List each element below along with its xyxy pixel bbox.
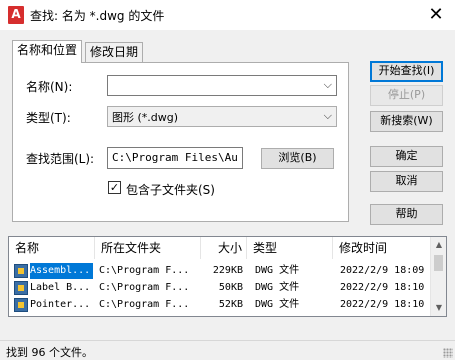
title-bar: A 查找: 名为 *.dwg 的文件 ✕ — [0, 0, 455, 30]
chevron-down-icon[interactable]: ⌵ — [324, 109, 332, 123]
type-label: 类型(T): — [26, 111, 71, 125]
file-name: Label B... — [30, 282, 91, 293]
status-bar: 找到 96 个文件。 — [0, 340, 455, 360]
autocad-app-icon: A — [8, 6, 24, 24]
file-size: 50KB — [218, 282, 243, 293]
status-text: 找到 96 个文件。 — [6, 346, 93, 359]
cancel-button[interactable]: 取消 — [370, 171, 443, 192]
tab-name-and-location[interactable]: 名称和位置 — [12, 40, 83, 63]
ok-button[interactable]: 确定 — [370, 146, 443, 167]
look-in-label: 查找范围(L): — [26, 152, 95, 166]
window-title: 查找: 名为 *.dwg 的文件 — [30, 9, 165, 23]
file-modified: 2022/2/9 18:09 — [340, 265, 425, 276]
file-folder: C:\Program F... — [99, 282, 190, 293]
scroll-thumb[interactable] — [434, 255, 443, 271]
file-modified: 2022/2/9 18:10 — [340, 299, 425, 310]
table-row[interactable]: Label B... C:\Program F... 50KB DWG 文件 2… — [9, 280, 433, 296]
name-combobox[interactable]: ⌵ — [107, 75, 337, 96]
help-button[interactable]: 帮助 — [370, 204, 443, 225]
find-now-button[interactable]: 开始查找(I) — [370, 61, 443, 82]
type-select[interactable]: 图形 (*.dwg) ⌵ — [107, 106, 337, 127]
browse-button[interactable]: 浏览(B) — [261, 148, 334, 169]
tab-date-modified[interactable]: 修改日期 — [85, 42, 144, 62]
file-size: 52KB — [218, 299, 243, 310]
file-name: Pointer... — [30, 299, 91, 310]
close-button[interactable]: ✕ — [423, 3, 449, 27]
column-header-type[interactable]: 类型 — [247, 237, 333, 259]
column-header-modified[interactable]: 修改时间 — [333, 237, 433, 259]
file-folder: C:\Program F... — [99, 299, 190, 310]
column-header-size[interactable]: 大小 — [201, 237, 247, 259]
resize-grip-icon[interactable] — [443, 348, 453, 358]
name-label: 名称(N): — [26, 80, 73, 94]
column-header-folder[interactable]: 所在文件夹 — [95, 237, 201, 259]
new-search-button[interactable]: 新搜索(W) — [370, 111, 443, 132]
scroll-up-icon[interactable]: ▲ — [431, 237, 446, 253]
file-size: 229KB — [212, 265, 243, 276]
file-folder: C:\Program F... — [99, 265, 190, 276]
look-in-value: C:\Program Files\Au — [112, 151, 238, 164]
vertical-scrollbar[interactable]: ▲ ▼ — [430, 237, 446, 316]
include-subfolders-checkbox[interactable]: ✓ — [108, 181, 121, 194]
file-type: DWG 文件 — [255, 265, 300, 276]
look-in-field[interactable]: C:\Program Files\Au — [107, 147, 243, 169]
dwg-file-icon — [14, 281, 28, 295]
results-list[interactable]: 名称 所在文件夹 大小 类型 修改时间 Assembl... C:\Progra… — [8, 236, 447, 317]
table-row[interactable]: Assembl... C:\Program F... 229KB DWG 文件 … — [9, 263, 433, 279]
chevron-down-icon[interactable]: ⌵ — [324, 78, 332, 92]
stop-button[interactable]: 停止(P) — [370, 85, 443, 106]
dwg-file-icon — [14, 264, 28, 278]
dwg-file-icon — [14, 298, 28, 312]
include-subfolders-label[interactable]: 包含子文件夹(S) — [126, 181, 215, 198]
scroll-down-icon[interactable]: ▼ — [431, 300, 446, 316]
column-header-name[interactable]: 名称 — [9, 237, 95, 259]
file-type: DWG 文件 — [255, 282, 300, 293]
file-modified: 2022/2/9 18:10 — [340, 282, 425, 293]
file-type: DWG 文件 — [255, 299, 300, 310]
table-row[interactable]: Pointer... C:\Program F... 52KB DWG 文件 2… — [9, 297, 433, 313]
type-select-value: 图形 (*.dwg) — [112, 111, 179, 124]
file-name: Assembl... — [30, 263, 93, 279]
